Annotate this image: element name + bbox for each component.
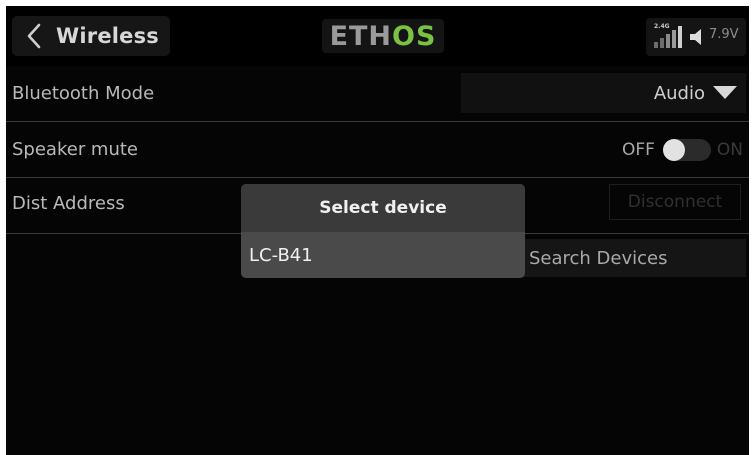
device-list-item[interactable]: LC-B41 xyxy=(241,232,525,278)
bluetooth-mode-value: Audio xyxy=(653,82,705,104)
toggle-knob xyxy=(662,138,685,161)
toggle-track[interactable] xyxy=(662,138,711,161)
speaker-mute-toggle[interactable]: OFF ON xyxy=(622,122,743,177)
bluetooth-mode-dropdown[interactable]: Audio xyxy=(461,73,746,113)
speaker-mute-label: Speaker mute xyxy=(12,139,139,160)
chevron-left-icon xyxy=(27,23,41,49)
search-devices-button[interactable]: Search Devices xyxy=(521,239,746,277)
logo-text-os: OS xyxy=(392,20,437,52)
status-area[interactable]: 2.4G 7.9V xyxy=(646,18,746,56)
dist-address-label: Dist Address xyxy=(12,193,125,214)
dialog-title: Select device xyxy=(241,184,525,232)
ethos-logo: ETH OS xyxy=(322,19,444,53)
header-bar: Wireless ETH OS 2.4G 7.9V xyxy=(6,6,749,66)
disconnect-button[interactable]: Disconnect xyxy=(609,184,741,220)
toggle-on-label: ON xyxy=(716,139,743,160)
signal-bars-icon xyxy=(654,26,682,48)
back-button[interactable]: Wireless xyxy=(12,16,170,56)
bluetooth-mode-label: Bluetooth Mode xyxy=(12,83,155,104)
toggle-off-label: OFF xyxy=(621,139,655,160)
caret-down-icon xyxy=(713,86,737,99)
speaker-icon xyxy=(690,29,701,45)
screen: Wireless ETH OS 2.4G 7.9V Bluetooth Mode … xyxy=(6,6,749,455)
row-bluetooth-mode: Bluetooth Mode Audio xyxy=(6,66,749,122)
logo-text-eth: ETH xyxy=(329,20,393,52)
row-speaker-mute: Speaker mute OFF ON xyxy=(6,122,749,178)
battery-voltage: 7.9V xyxy=(709,27,739,42)
select-device-dialog: Select device LC-B41 xyxy=(241,184,525,278)
page-title: Wireless xyxy=(56,24,160,48)
